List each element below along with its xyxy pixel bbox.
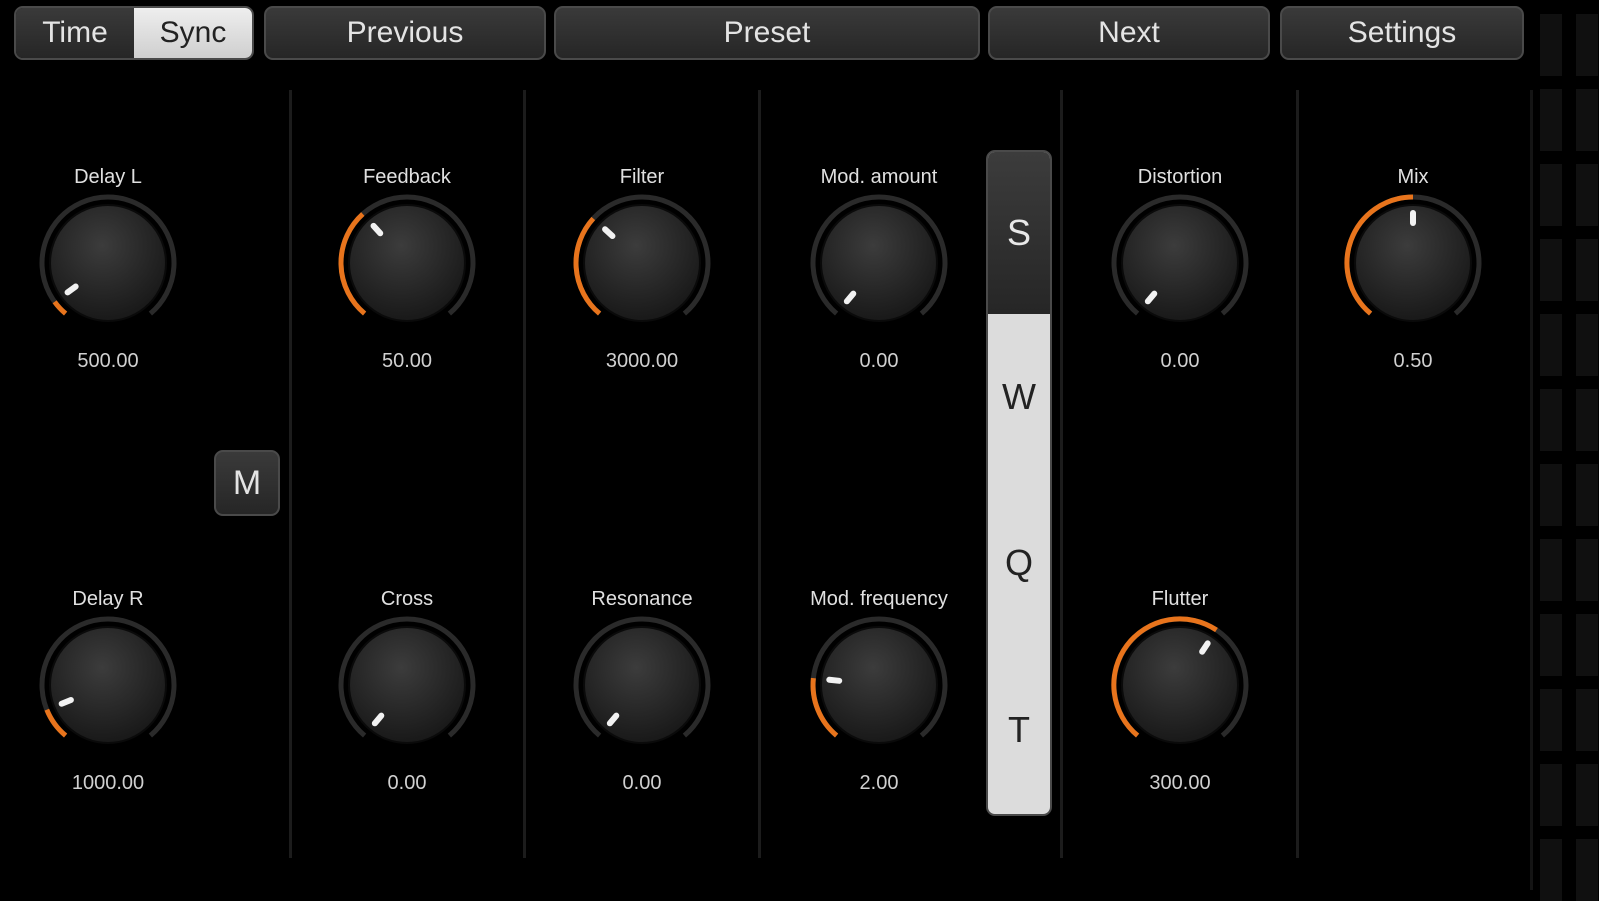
meter-segment — [1576, 689, 1598, 751]
knob-label: Cross — [380, 588, 434, 610]
knob-label: Delay R — [72, 588, 144, 610]
meter-segment — [1576, 539, 1598, 601]
meter-segment — [1540, 539, 1562, 601]
knob-dial[interactable] — [804, 188, 954, 338]
meter-segment — [1576, 164, 1598, 226]
meter-segment — [1540, 764, 1562, 826]
column-divider — [523, 90, 526, 858]
knob-body — [348, 626, 466, 744]
knob-dial[interactable] — [332, 610, 482, 760]
meter-segment — [1540, 14, 1562, 76]
mode-selector[interactable]: S W Q T — [986, 150, 1052, 816]
selector-option-s[interactable]: S — [988, 152, 1050, 314]
meter-segment — [1576, 614, 1598, 676]
knob-value: 300.00 — [1149, 772, 1211, 794]
column-divider — [289, 90, 292, 858]
knob-dial[interactable] — [33, 610, 183, 760]
knob-body — [49, 204, 167, 322]
meter-segment — [1540, 239, 1562, 301]
meter-segment — [1540, 314, 1562, 376]
meter-segment — [1576, 464, 1598, 526]
knob-label: Mod. amount — [820, 166, 938, 188]
meter-segment — [1576, 389, 1598, 451]
column-divider — [758, 90, 761, 858]
selector-option-w[interactable]: W — [988, 314, 1050, 480]
knob-indicator — [58, 696, 74, 707]
toolbar: Time Sync Previous Preset Next Settings — [0, 0, 1599, 70]
meter-segment — [1540, 89, 1562, 151]
meter-segment — [1576, 239, 1598, 301]
meter-segment — [1576, 314, 1598, 376]
knob-body — [820, 204, 938, 322]
knob-value: 1000.00 — [71, 772, 145, 794]
knob-body — [583, 626, 701, 744]
knob-value: 500.00 — [77, 350, 139, 372]
knob-dial[interactable] — [804, 610, 954, 760]
column-divider — [1296, 90, 1299, 858]
selector-option-q[interactable]: Q — [988, 480, 1050, 646]
meter-segment — [1540, 689, 1562, 751]
column-divider — [1530, 90, 1533, 890]
meter-segment — [1540, 164, 1562, 226]
knob-indicator — [826, 676, 843, 684]
knob-label: Distortion — [1137, 166, 1223, 188]
preset-button[interactable]: Preset — [554, 6, 980, 60]
knob-dial[interactable] — [567, 188, 717, 338]
knob-value: 0.00 — [387, 772, 427, 794]
mode-time-button[interactable]: Time — [16, 8, 134, 58]
knob-label: Mod. frequency — [810, 588, 948, 610]
meter-segment — [1576, 14, 1598, 76]
knob-dial[interactable] — [567, 610, 717, 760]
meter-segment — [1540, 464, 1562, 526]
knob-label: Flutter — [1151, 588, 1209, 610]
mode-sync-button[interactable]: Sync — [134, 8, 252, 58]
knob-body — [49, 626, 167, 744]
knob-body — [1121, 204, 1239, 322]
knob-value: 0.50 — [1393, 350, 1433, 372]
knob-value: 0.00 — [622, 772, 662, 794]
knob-level-arc — [52, 300, 68, 316]
knob-value: 3000.00 — [605, 350, 679, 372]
knob-body — [820, 626, 938, 744]
knob-value: 2.00 — [859, 772, 899, 794]
knob-dial[interactable] — [1338, 188, 1488, 338]
meter-segment — [1540, 614, 1562, 676]
knob-body — [348, 204, 466, 322]
knob-label: Delay L — [74, 166, 142, 188]
previous-button[interactable]: Previous — [264, 6, 546, 60]
knob-body — [583, 204, 701, 322]
meter-segment — [1540, 839, 1562, 901]
meter-segment — [1576, 89, 1598, 151]
knob-value: 0.00 — [859, 350, 899, 372]
m-button[interactable]: M — [214, 450, 280, 516]
column-divider — [1060, 90, 1063, 858]
meter-segment — [1540, 389, 1562, 451]
knob-dial[interactable] — [33, 188, 183, 338]
selector-option-t[interactable]: T — [988, 646, 1050, 814]
knob-value: 50.00 — [381, 350, 433, 372]
knob-dial[interactable] — [1105, 610, 1255, 760]
time-sync-toggle[interactable]: Time Sync — [14, 6, 254, 60]
meter-segment — [1576, 764, 1598, 826]
knob-label: Resonance — [591, 588, 693, 610]
knob-dial[interactable] — [332, 188, 482, 338]
knob-value: 0.00 — [1160, 350, 1200, 372]
settings-button[interactable]: Settings — [1280, 6, 1524, 60]
meter-segment — [1576, 839, 1598, 901]
knob-body — [1121, 626, 1239, 744]
next-button[interactable]: Next — [988, 6, 1270, 60]
knob-dial[interactable] — [1105, 188, 1255, 338]
knob-label: Feedback — [363, 166, 451, 188]
knob-label: Mix — [1397, 166, 1429, 188]
knob-label: Filter — [619, 166, 665, 188]
